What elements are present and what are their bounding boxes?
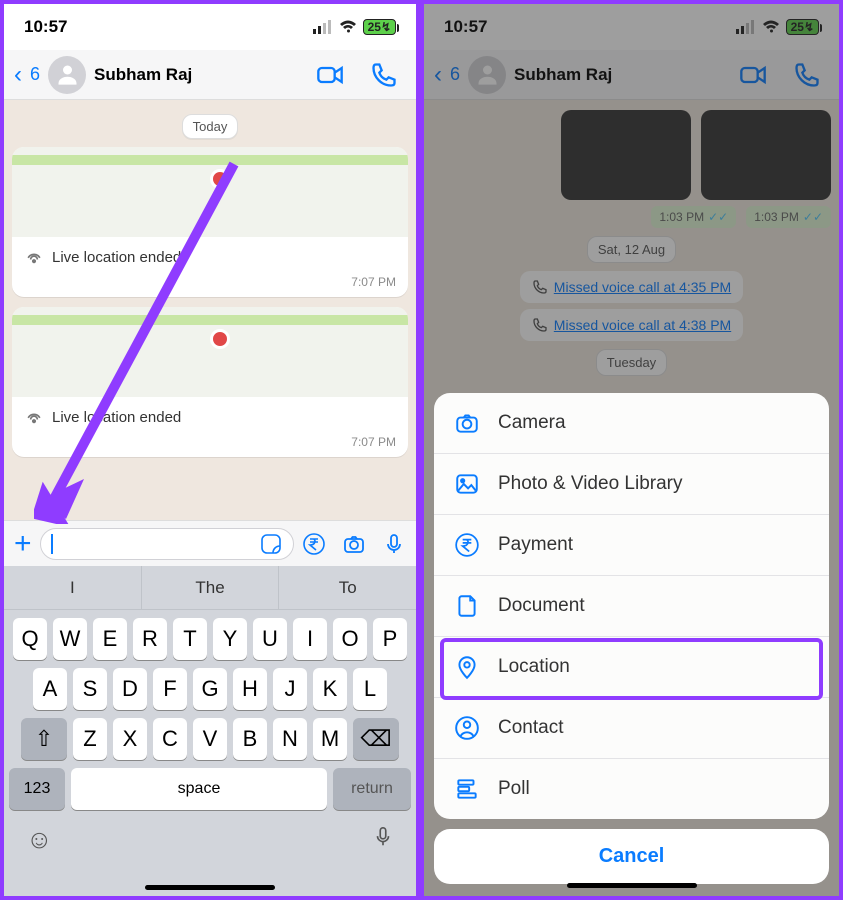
battery-icon: 25↯ [363, 19, 396, 35]
key-k[interactable]: K [313, 668, 347, 710]
attach-contact[interactable]: Contact [434, 698, 829, 759]
key-d[interactable]: D [113, 668, 147, 710]
contact-name[interactable]: Subham Raj [94, 65, 308, 85]
attach-location[interactable]: Location [434, 637, 829, 698]
attachment-menu: Camera Photo & Video Library Payment Doc… [434, 393, 829, 819]
message-time: 7:07 PM [12, 275, 408, 297]
video-call-icon[interactable] [316, 61, 344, 89]
suggestion[interactable]: I [4, 566, 142, 609]
input-row: + [4, 520, 416, 566]
backspace-key[interactable]: ⌫ [353, 718, 399, 760]
mic-icon[interactable] [382, 532, 406, 556]
status-right: 25↯ [313, 19, 396, 35]
action-sheet: Camera Photo & Video Library Payment Doc… [434, 393, 829, 884]
suggestion[interactable]: To [279, 566, 416, 609]
item-label: Document [498, 595, 585, 617]
key-v[interactable]: V [193, 718, 227, 760]
status-time: 10:57 [24, 17, 67, 37]
item-label: Camera [498, 412, 566, 434]
back-count[interactable]: 6 [30, 64, 40, 85]
location-label: Live location ended [52, 249, 181, 266]
item-label: Location [498, 656, 570, 678]
key-b[interactable]: B [233, 718, 267, 760]
status-bar: 10:57 25↯ [4, 4, 416, 50]
avatar[interactable] [48, 56, 86, 94]
key-a[interactable]: A [33, 668, 67, 710]
dictation-key[interactable] [372, 824, 394, 857]
attach-plus-button[interactable]: + [14, 529, 32, 559]
attach-camera[interactable]: Camera [434, 393, 829, 454]
date-chip: Today [182, 114, 239, 139]
item-label: Contact [498, 717, 563, 739]
key-z[interactable]: Z [73, 718, 107, 760]
location-message[interactable]: Live location ended 7:07 PM [12, 147, 408, 297]
location-message[interactable]: Live location ended 7:07 PM [12, 307, 408, 457]
location-label: Live location ended [52, 409, 181, 426]
sticker-icon[interactable] [259, 532, 283, 556]
numeric-key[interactable]: 123 [9, 768, 65, 810]
return-key[interactable]: return [333, 768, 411, 810]
attach-photo-video[interactable]: Photo & Video Library [434, 454, 829, 515]
phone-screenshot-attach-menu: 10:57 25↯ ‹ 6 Subham Raj 1:03 PM ✓✓ 1:03… [420, 0, 843, 900]
item-label: Photo & Video Library [498, 473, 683, 495]
chat-header: ‹ 6 Subham Raj [4, 50, 416, 100]
broadcast-icon [24, 247, 44, 267]
key-f[interactable]: F [153, 668, 187, 710]
key-q[interactable]: Q [13, 618, 47, 660]
cancel-button[interactable]: Cancel [434, 829, 829, 884]
broadcast-icon [24, 407, 44, 427]
voice-call-icon[interactable] [370, 61, 398, 89]
cellular-icon [313, 20, 333, 34]
key-u[interactable]: U [253, 618, 287, 660]
map-preview [12, 307, 408, 397]
key-e[interactable]: E [93, 618, 127, 660]
rupee-icon[interactable] [302, 532, 326, 556]
back-button[interactable]: ‹ [14, 61, 22, 89]
attach-poll[interactable]: Poll [434, 759, 829, 819]
key-t[interactable]: T [173, 618, 207, 660]
key-h[interactable]: H [233, 668, 267, 710]
item-label: Poll [498, 778, 530, 800]
shift-key[interactable]: ⇧ [21, 718, 67, 760]
key-x[interactable]: X [113, 718, 147, 760]
key-i[interactable]: I [293, 618, 327, 660]
key-m[interactable]: M [313, 718, 347, 760]
message-time: 7:07 PM [12, 435, 408, 457]
key-r[interactable]: R [133, 618, 167, 660]
key-p[interactable]: P [373, 618, 407, 660]
map-preview [12, 147, 408, 237]
attach-document[interactable]: Document [434, 576, 829, 637]
key-y[interactable]: Y [213, 618, 247, 660]
key-l[interactable]: L [353, 668, 387, 710]
home-indicator[interactable] [567, 883, 697, 888]
key-s[interactable]: S [73, 668, 107, 710]
key-g[interactable]: G [193, 668, 227, 710]
message-input[interactable] [40, 528, 294, 560]
home-indicator[interactable] [145, 885, 275, 890]
attach-payment[interactable]: Payment [434, 515, 829, 576]
chat-body[interactable]: Today Live location ended 7:07 PM Live l… [4, 100, 416, 520]
space-key[interactable]: space [71, 768, 327, 810]
camera-icon[interactable] [342, 532, 366, 556]
key-j[interactable]: J [273, 668, 307, 710]
emoji-key[interactable]: ☺ [26, 824, 53, 857]
item-label: Payment [498, 534, 573, 556]
wifi-icon [339, 20, 357, 34]
suggestion[interactable]: The [142, 566, 280, 609]
key-w[interactable]: W [53, 618, 87, 660]
key-o[interactable]: O [333, 618, 367, 660]
keyboard[interactable]: I The To QWERTYUIOP ASDFGHJKL ⇧ ZXCVBNM … [4, 566, 416, 896]
key-c[interactable]: C [153, 718, 187, 760]
key-n[interactable]: N [273, 718, 307, 760]
suggestion-bar: I The To [4, 566, 416, 610]
phone-screenshot-chat: 10:57 25↯ ‹ 6 Subham Raj Today Live loca… [0, 0, 420, 900]
